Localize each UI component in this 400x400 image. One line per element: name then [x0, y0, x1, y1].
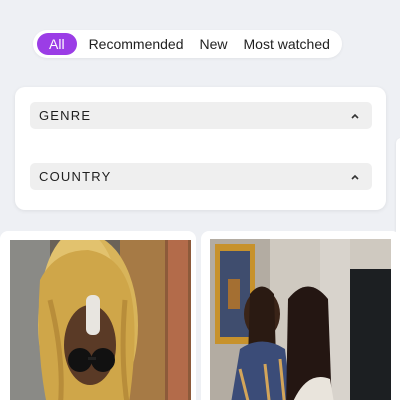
chevron-up-icon: [350, 172, 360, 182]
tab-most-watched[interactable]: Most watched: [236, 33, 338, 55]
country-label: COUNTRY: [39, 169, 112, 184]
country-filter-toggle[interactable]: COUNTRY: [30, 163, 372, 190]
genre-label: GENRE: [39, 108, 92, 123]
filter-tabs: All Recommended New Most watched: [33, 30, 342, 58]
chevron-up-icon: [350, 111, 360, 121]
filter-panel: GENRE COUNTRY: [15, 87, 386, 210]
video-card[interactable]: [0, 231, 196, 400]
genre-filter-toggle[interactable]: GENRE: [30, 102, 372, 129]
video-thumbnail[interactable]: [210, 239, 391, 400]
tab-new[interactable]: New: [192, 33, 236, 55]
tab-all[interactable]: All: [37, 33, 77, 55]
video-thumbnail[interactable]: [10, 240, 191, 400]
tab-recommended[interactable]: Recommended: [81, 33, 192, 55]
video-card[interactable]: [201, 231, 400, 400]
